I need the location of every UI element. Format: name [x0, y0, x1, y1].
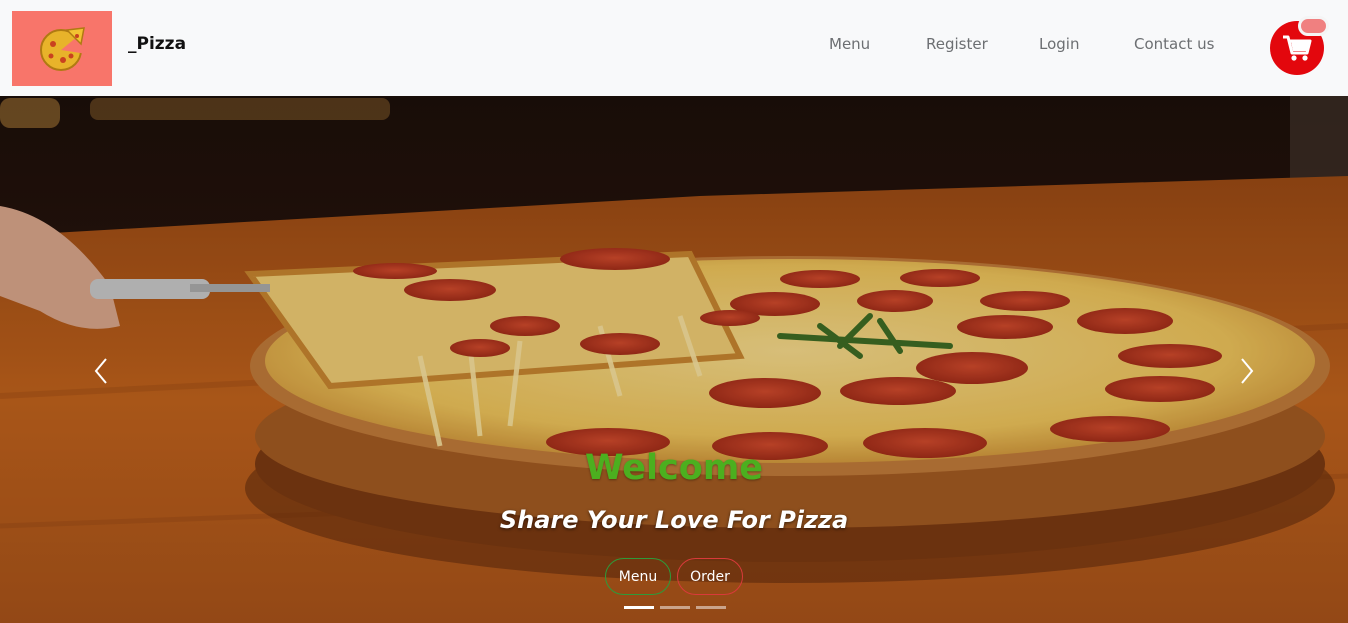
chevron-right-icon	[1241, 358, 1254, 384]
nav-contact-us[interactable]: Contact us	[1134, 35, 1214, 53]
brand-logo[interactable]	[12, 11, 112, 86]
hero-carousel: Welcome Share Your Love For Pizza Menu O…	[0, 96, 1348, 623]
nav-register[interactable]: Register	[926, 35, 988, 53]
cart-count-badge	[1298, 16, 1329, 36]
navbar: _Pizza Menu Register Login Contact us	[0, 0, 1348, 96]
chevron-left-icon	[94, 358, 107, 384]
hero-title: Welcome	[584, 448, 764, 488]
carousel-next-button[interactable]	[1227, 351, 1267, 391]
carousel-prev-button[interactable]	[81, 351, 121, 391]
nav-login[interactable]: Login	[1039, 35, 1079, 53]
pizza-photo	[0, 96, 1348, 623]
pizza-slice-icon	[40, 26, 87, 71]
carousel-indicator-2[interactable]	[660, 606, 690, 609]
hero-menu-button[interactable]: Menu	[605, 558, 671, 595]
nav-menu[interactable]: Menu	[829, 35, 870, 53]
hero-order-button[interactable]: Order	[677, 558, 743, 595]
brand-name[interactable]: _Pizza	[128, 34, 186, 54]
hero-subtitle: Share Your Love For Pizza	[499, 506, 849, 534]
shopping-cart-icon	[1283, 35, 1312, 61]
carousel-indicator-1[interactable]	[624, 606, 654, 609]
carousel-indicator-3[interactable]	[696, 606, 726, 609]
